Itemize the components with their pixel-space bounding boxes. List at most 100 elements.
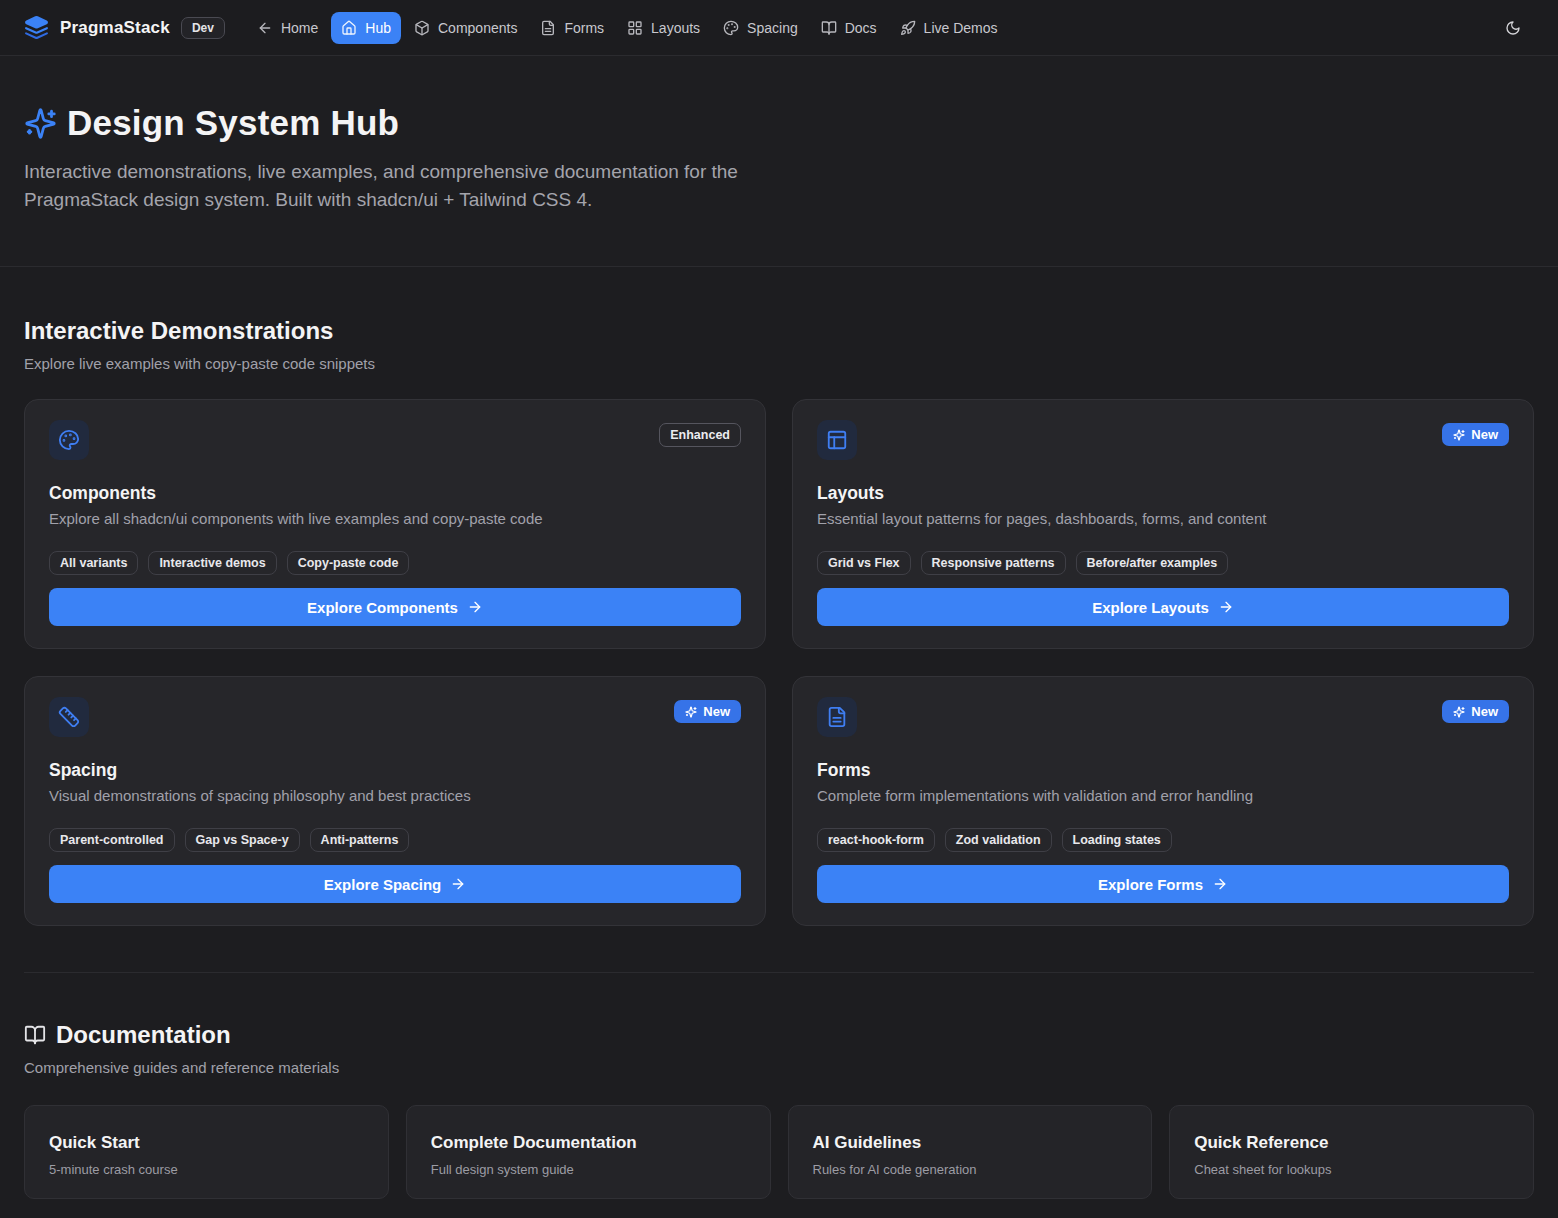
demo-card-components[interactable]: Enhanced Components Explore all shadcn/u… xyxy=(24,399,766,649)
dev-badge: Dev xyxy=(181,17,225,39)
doc-card-ai-guidelines[interactable]: AI Guidelines Rules for AI code generati… xyxy=(788,1105,1153,1199)
hero-section: Design System Hub Interactive demonstrat… xyxy=(0,56,1558,267)
ruler-icon xyxy=(49,697,89,737)
demo-card-layouts[interactable]: New Layouts Essential layout patterns fo… xyxy=(792,399,1534,649)
card-title: Spacing xyxy=(49,760,741,781)
doc-card-subtitle: Rules for AI code generation xyxy=(813,1162,1128,1177)
package-icon xyxy=(414,20,430,36)
sparkles-icon xyxy=(24,107,57,140)
card-description: Explore all shadcn/ui components with li… xyxy=(49,510,741,527)
doc-card-complete-documentation[interactable]: Complete Documentation Full design syste… xyxy=(406,1105,771,1199)
brand-title: PragmaStack xyxy=(60,18,170,38)
nav-label: Forms xyxy=(564,20,604,36)
nav-item-forms[interactable]: Forms xyxy=(530,12,614,44)
arrow-right-icon xyxy=(450,876,466,892)
doc-card-quick-start[interactable]: Quick Start 5-minute crash course xyxy=(24,1105,389,1199)
tag: All variants xyxy=(49,551,138,575)
tag: Anti-patterns xyxy=(310,828,410,852)
explore-forms-button[interactable]: Explore Forms xyxy=(817,865,1509,903)
nav-label: Live Demos xyxy=(924,20,998,36)
doc-card-quick-reference[interactable]: Quick Reference Cheat sheet for lookups xyxy=(1169,1105,1534,1199)
main-nav: Home Hub Components Forms Layouts Spacin… xyxy=(247,12,1008,44)
file-text-icon xyxy=(540,20,556,36)
new-badge: New xyxy=(1442,700,1509,723)
doc-card-title: Quick Start xyxy=(49,1133,364,1153)
nav-item-home[interactable]: Home xyxy=(247,12,328,44)
tag: Before/after examples xyxy=(1076,551,1229,575)
card-description: Essential layout patterns for pages, das… xyxy=(817,510,1509,527)
interactive-demos-section: Interactive Demonstrations Explore live … xyxy=(24,317,1534,1199)
demo-card-forms[interactable]: New Forms Complete form implementations … xyxy=(792,676,1534,926)
doc-card-title: Quick Reference xyxy=(1194,1133,1509,1153)
arrow-right-icon xyxy=(1212,876,1228,892)
tag: Grid vs Flex xyxy=(817,551,911,575)
explore-spacing-button[interactable]: Explore Spacing xyxy=(49,865,741,903)
tag-list: Grid vs Flex Responsive patterns Before/… xyxy=(817,551,1509,575)
nav-label: Components xyxy=(438,20,517,36)
badge-label: New xyxy=(1471,704,1498,719)
nav-item-hub[interactable]: Hub xyxy=(331,12,401,44)
tag: Copy-paste code xyxy=(287,551,410,575)
arrow-right-icon xyxy=(1218,599,1234,615)
nav-item-live-demos[interactable]: Live Demos xyxy=(890,12,1008,44)
arrow-left-icon xyxy=(257,20,273,36)
docs-heading: Documentation xyxy=(56,1021,231,1049)
tag: react-hook-form xyxy=(817,828,935,852)
sparkles-icon xyxy=(1453,429,1465,441)
new-badge: New xyxy=(1442,423,1509,446)
badge-label: New xyxy=(1471,427,1498,442)
tag-list: Parent-controlled Gap vs Space-y Anti-pa… xyxy=(49,828,741,852)
nav-label: Hub xyxy=(365,20,391,36)
badge-label: New xyxy=(703,704,730,719)
nav-item-components[interactable]: Components xyxy=(404,12,527,44)
top-nav-bar: PragmaStack Dev Home Hub Components Form… xyxy=(0,0,1558,56)
explore-layouts-button[interactable]: Explore Layouts xyxy=(817,588,1509,626)
layers-icon xyxy=(24,15,49,40)
card-title: Layouts xyxy=(817,483,1509,504)
cta-label: Explore Forms xyxy=(1098,876,1203,893)
enhanced-badge: Enhanced xyxy=(659,423,741,447)
tag: Gap vs Space-y xyxy=(185,828,300,852)
book-open-icon xyxy=(24,1024,46,1046)
house-icon xyxy=(341,20,357,36)
card-description: Visual demonstrations of spacing philoso… xyxy=(49,787,741,804)
rocket-icon xyxy=(900,20,916,36)
palette-icon xyxy=(49,420,89,460)
docs-subheading: Comprehensive guides and reference mater… xyxy=(24,1059,1534,1076)
nav-item-docs[interactable]: Docs xyxy=(811,12,887,44)
file-text-icon xyxy=(817,697,857,737)
moon-icon xyxy=(1505,20,1521,36)
explore-components-button[interactable]: Explore Components xyxy=(49,588,741,626)
card-description: Complete form implementations with valid… xyxy=(817,787,1509,804)
brand[interactable]: PragmaStack Dev xyxy=(24,15,225,40)
tag: Parent-controlled xyxy=(49,828,175,852)
doc-card-subtitle: Cheat sheet for lookups xyxy=(1194,1162,1509,1177)
nav-item-layouts[interactable]: Layouts xyxy=(617,12,710,44)
doc-card-subtitle: 5-minute crash course xyxy=(49,1162,364,1177)
palette-icon xyxy=(723,20,739,36)
sparkles-icon xyxy=(1453,706,1465,718)
demos-subheading: Explore live examples with copy-paste co… xyxy=(24,355,1534,372)
card-title: Forms xyxy=(817,760,1509,781)
tag: Zod validation xyxy=(945,828,1052,852)
nav-label: Spacing xyxy=(747,20,798,36)
book-open-icon xyxy=(821,20,837,36)
nav-item-spacing[interactable]: Spacing xyxy=(713,12,808,44)
tag: Responsive patterns xyxy=(921,551,1066,575)
tag-list: react-hook-form Zod validation Loading s… xyxy=(817,828,1509,852)
tag: Loading states xyxy=(1062,828,1172,852)
nav-label: Layouts xyxy=(651,20,700,36)
doc-card-subtitle: Full design system guide xyxy=(431,1162,746,1177)
page-subtitle: Interactive demonstrations, live example… xyxy=(24,158,774,214)
cta-label: Explore Components xyxy=(307,599,458,616)
documentation-section: Documentation Comprehensive guides and r… xyxy=(24,1021,1534,1199)
demo-card-spacing[interactable]: New Spacing Visual demonstrations of spa… xyxy=(24,676,766,926)
section-divider xyxy=(24,972,1534,973)
doc-card-title: Complete Documentation xyxy=(431,1133,746,1153)
panels-top-left-icon xyxy=(817,420,857,460)
demos-heading: Interactive Demonstrations xyxy=(24,317,1534,345)
theme-toggle-button[interactable] xyxy=(1499,14,1527,42)
sparkles-icon xyxy=(685,706,697,718)
page-title: Design System Hub xyxy=(67,103,399,143)
new-badge: New xyxy=(674,700,741,723)
